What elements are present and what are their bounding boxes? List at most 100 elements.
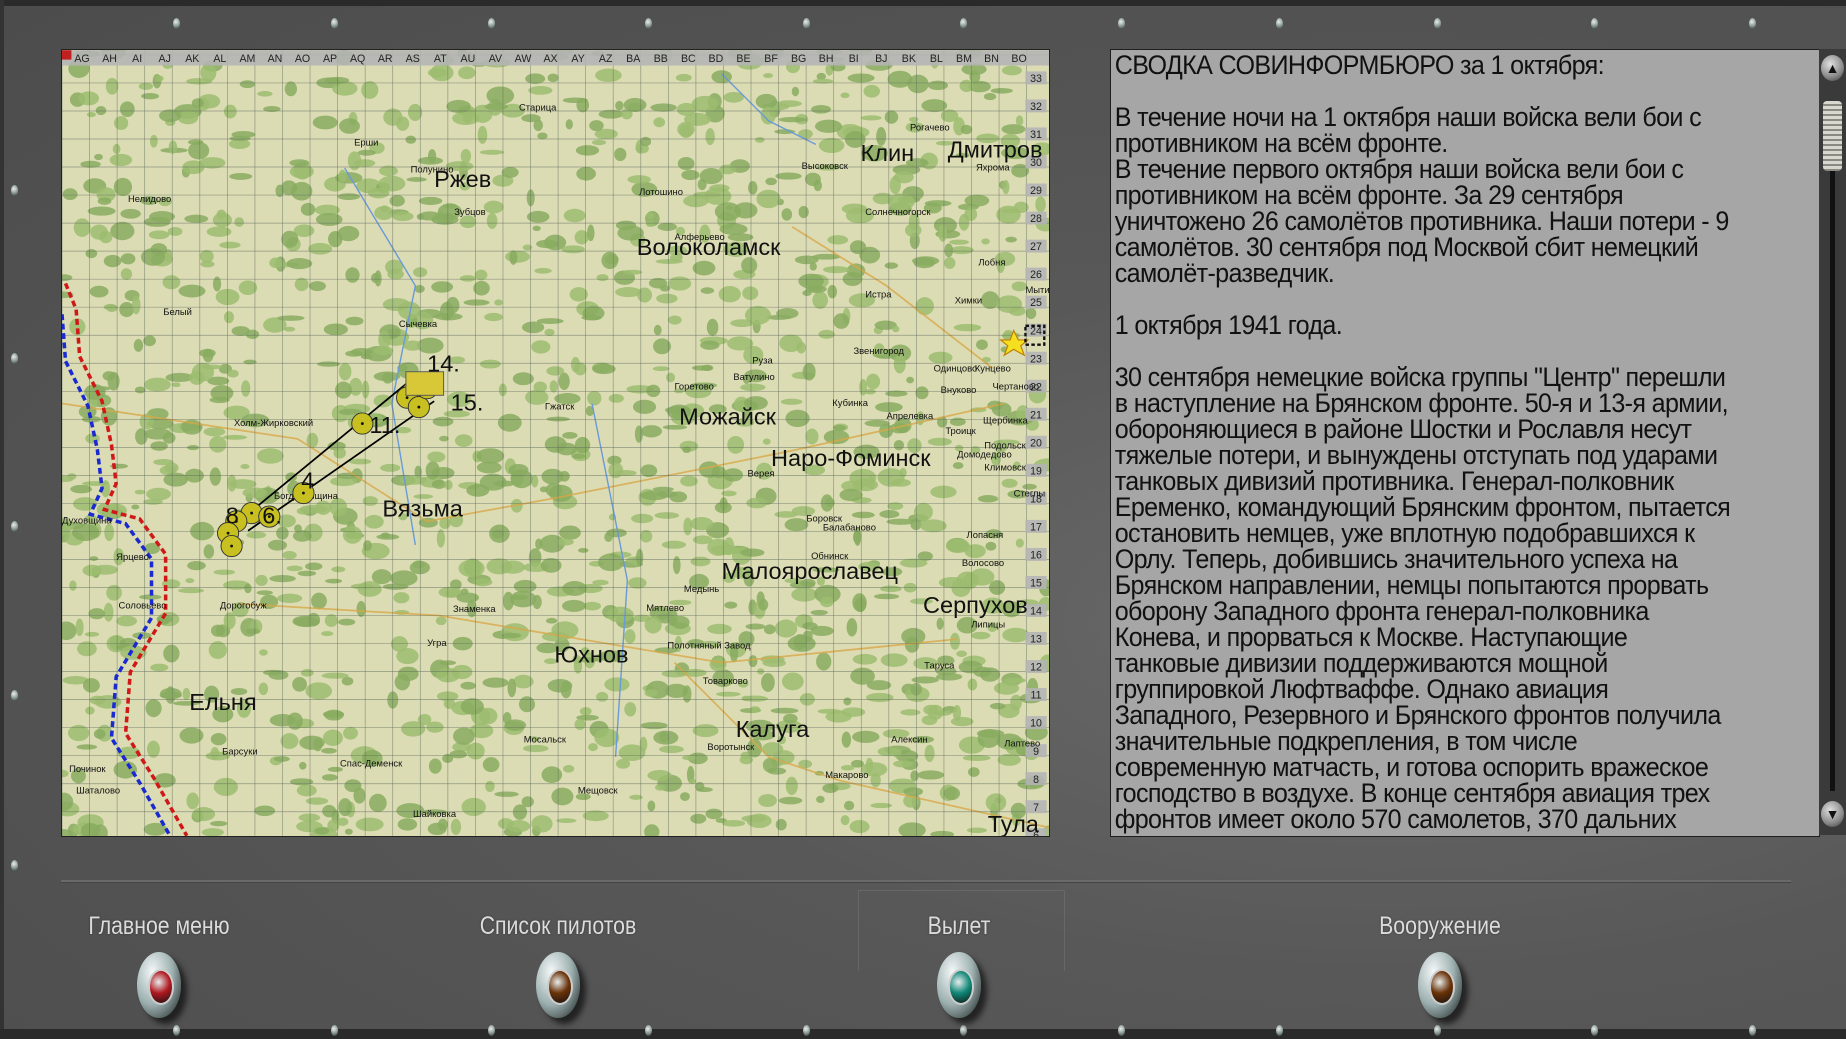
city-label: Полотняный Завод — [667, 640, 751, 651]
row-label: 28 — [1030, 213, 1042, 225]
column-label: AG — [74, 53, 89, 65]
campaign-map[interactable]: AG AH AI AJ AK AL AM AN AO AP AQ AR AS AT AU AV AW AX AY AZ… — [61, 49, 1050, 837]
lamp-icon — [547, 969, 573, 1005]
screw-icon — [330, 1025, 338, 1036]
row-label: 20 — [1030, 437, 1042, 449]
row-label: 16 — [1030, 550, 1042, 562]
column-label: AR — [378, 53, 393, 65]
column-label: BB — [654, 53, 668, 65]
briefing-scrollbar[interactable]: ▲ ▼ — [1819, 49, 1846, 835]
city-label: Высоковск — [802, 160, 849, 171]
city-label-major: Вязьма — [382, 496, 463, 522]
waypoint-label: 6. — [262, 503, 282, 529]
column-label: BN — [984, 53, 999, 65]
screw-icon — [1749, 1025, 1757, 1036]
takeoff-label[interactable]: Вылет — [928, 912, 991, 941]
screw-icon — [11, 860, 18, 871]
briefing-line: 1 октября 1941 года. — [1114, 310, 1343, 340]
scroll-up-icon[interactable]: ▲ — [1821, 55, 1844, 81]
column-label: AK — [185, 53, 199, 65]
main-menu-button[interactable] — [137, 952, 181, 1018]
city-label: Лобня — [978, 257, 1005, 268]
city-label: Дорогобуж — [220, 599, 268, 610]
waypoint-marker[interactable] — [220, 534, 243, 558]
scroll-track[interactable] — [1830, 171, 1835, 791]
screw-icon — [11, 353, 18, 364]
city-label: Климовск — [984, 462, 1027, 473]
waypoint-label: 14. — [427, 351, 460, 377]
column-label: BO — [1011, 53, 1026, 65]
city-label-major: Серпухов — [923, 592, 1028, 618]
city-label: Липицы — [971, 618, 1005, 629]
scroll-down-icon[interactable]: ▼ — [1821, 801, 1844, 827]
city-label-major: Малоярославец — [722, 558, 898, 584]
column-label: AP — [323, 53, 337, 65]
city-label-major: Ельня — [189, 689, 256, 715]
city-label: Алексин — [891, 734, 927, 745]
briefing-line: В течение ночи на 1 октября наши войска … — [1114, 102, 1702, 132]
city-label: Верея — [747, 468, 774, 479]
waypoint-marker[interactable] — [407, 396, 430, 419]
lamp-icon — [1429, 969, 1455, 1005]
row-label: 10 — [1030, 718, 1042, 730]
screw-icon — [1433, 18, 1441, 29]
briefing-line: противником на всём фронте. За 29 сентяб… — [1114, 180, 1624, 210]
row-label: 15 — [1030, 578, 1042, 590]
city-label: Старица — [519, 101, 557, 112]
column-label: BA — [626, 53, 641, 65]
briefing-line: Орлу. Теперь, добившись значительного ус… — [1114, 544, 1678, 574]
pilot-list-button[interactable] — [536, 952, 580, 1018]
city-label: Полунино — [411, 164, 454, 175]
briefing-line: обороняющиеся в районе Шостки и Рославля… — [1114, 414, 1692, 444]
city-label-major: Тула — [988, 811, 1040, 836]
column-label: BH — [819, 53, 834, 65]
screw-icon — [644, 18, 652, 29]
city-label: Лотошино — [639, 186, 683, 197]
city-label: Белый — [163, 306, 192, 317]
briefing-line: группировкой Люфтваффе. Однако авиация — [1114, 674, 1609, 704]
city-label: Товарково — [703, 675, 748, 686]
briefing-line: самолёт-разведчик. — [1114, 258, 1335, 288]
briefing-line: самолётов. 30 сентября под Москвой сбит … — [1114, 232, 1699, 262]
column-label: AJ — [159, 53, 171, 65]
city-label: Одинцово — [934, 363, 978, 374]
city-label: Шайковка — [413, 808, 457, 819]
city-label: Солнечногорск — [865, 206, 931, 217]
city-label: Щербинка — [983, 415, 1028, 426]
city-label: Соловьево — [119, 599, 167, 610]
city-label: Нелидово — [128, 193, 171, 204]
takeoff-button[interactable] — [937, 952, 981, 1018]
screw-icon — [1275, 18, 1283, 29]
armament-button[interactable] — [1418, 952, 1462, 1018]
city-label: Внуково — [941, 384, 977, 395]
pilot-list-label[interactable]: Список пилотов — [480, 912, 637, 941]
row-label: 24 — [1030, 325, 1042, 337]
briefing-text-panel[interactable]: СВОДКА СОВИНФОРМБЮРО за 1 октября: В тече… — [1110, 49, 1820, 837]
city-label: Спас-Деменск — [340, 757, 403, 768]
column-label: BF — [764, 53, 778, 65]
briefing-line: Еременко, командующий Брянским фронтом, … — [1114, 492, 1731, 522]
city-label: Ерши — [354, 137, 378, 148]
column-label: BC — [681, 53, 696, 65]
scroll-thumb[interactable] — [1823, 101, 1842, 171]
city-label: Ватулино — [733, 371, 774, 382]
row-label: 21 — [1030, 409, 1042, 421]
screw-icon — [1433, 1025, 1441, 1036]
column-label: AI — [132, 53, 142, 65]
column-label: AW — [515, 53, 532, 65]
city-label: Гжатск — [545, 400, 575, 411]
column-label: AM — [239, 53, 255, 65]
city-label: Шаталово — [76, 784, 120, 795]
column-label: AX — [543, 53, 557, 65]
armament-label[interactable]: Вооружение — [1379, 912, 1501, 941]
waypoint-label: 11. — [369, 412, 400, 438]
city-label: Лопасня — [967, 529, 1004, 540]
main-menu-label[interactable]: Главное меню — [88, 912, 229, 941]
briefing-line: 30 сентября немецкие войска группы "Цент… — [1114, 362, 1726, 392]
row-label: 26 — [1030, 269, 1042, 281]
column-label: BK — [902, 53, 916, 65]
column-label: AH — [102, 53, 117, 65]
row-label: 25 — [1030, 297, 1042, 309]
screw-icon — [11, 185, 18, 196]
city-label: Мытищи — [1025, 284, 1049, 295]
